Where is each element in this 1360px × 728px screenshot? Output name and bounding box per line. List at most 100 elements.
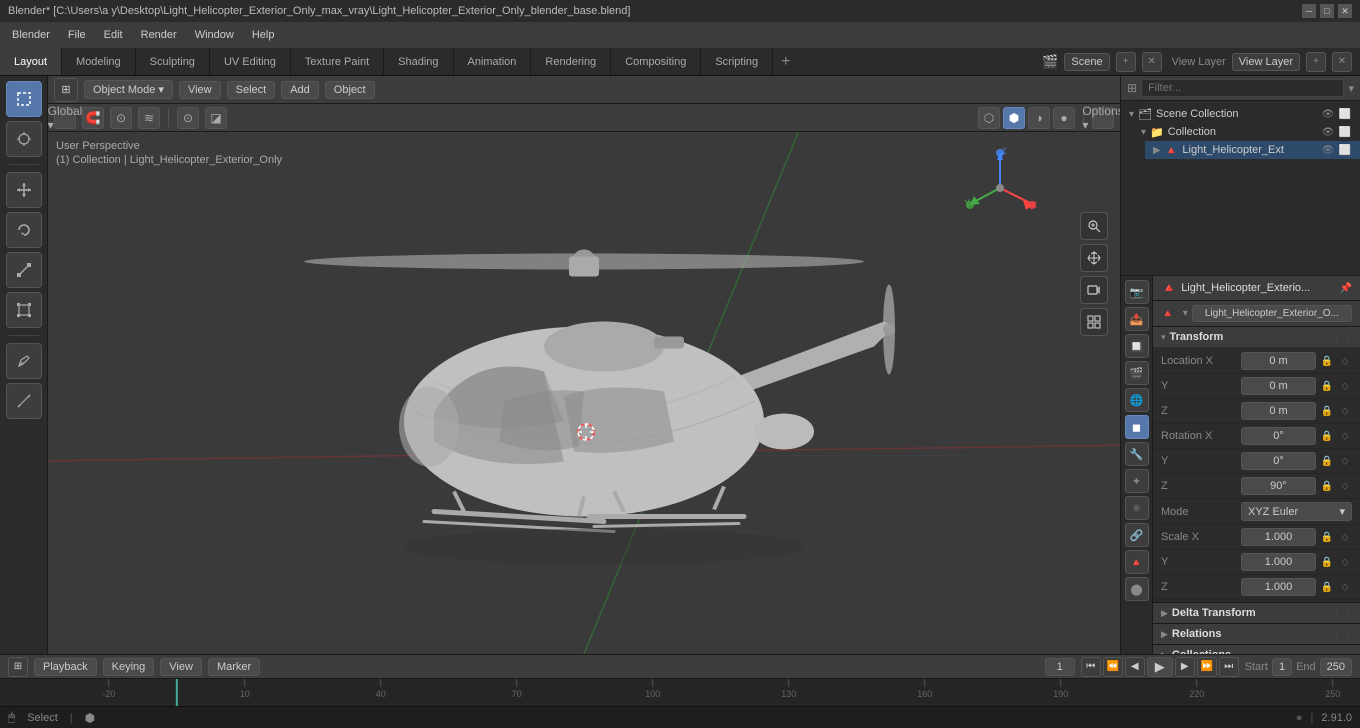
tab-rendering[interactable]: Rendering	[531, 48, 611, 75]
menu-edit[interactable]: Edit	[96, 27, 131, 43]
rotation-x-value[interactable]: 0°	[1241, 427, 1316, 445]
minimize-button[interactable]: ─	[1302, 4, 1316, 18]
prop-world-button[interactable]: 🌐	[1125, 388, 1149, 412]
location-x-value[interactable]: 0 m	[1241, 352, 1316, 370]
snap-button[interactable]: 🧲	[82, 107, 104, 129]
menu-file[interactable]: File	[60, 27, 94, 43]
3d-cursor[interactable]	[574, 420, 594, 440]
scale-x-lock[interactable]: 🔒	[1320, 530, 1334, 544]
view-menu-button-timeline[interactable]: View	[160, 658, 202, 676]
rotation-mode-dropdown[interactable]: XYZ Euler ▾	[1241, 502, 1352, 521]
rotation-x-animate[interactable]: ⬦	[1338, 429, 1352, 443]
helicopter-visibility[interactable]: 👁	[1321, 143, 1335, 157]
maximize-button[interactable]: □	[1320, 4, 1334, 18]
scale-z-value[interactable]: 1.000	[1241, 578, 1316, 596]
pan-view-button[interactable]	[1080, 244, 1108, 272]
next-frame-button[interactable]: ▶	[1175, 657, 1195, 677]
location-z-value[interactable]: 0 m	[1241, 402, 1316, 420]
prev-keyframe-button[interactable]: ⏪	[1103, 657, 1123, 677]
marker-menu-button[interactable]: Marker	[208, 658, 260, 676]
orientation-widget[interactable]: Z X Y	[960, 148, 1040, 228]
prop-output-button[interactable]: 📤	[1125, 307, 1149, 331]
rotation-y-lock[interactable]: 🔒	[1320, 454, 1334, 468]
next-keyframe-button[interactable]: ⏩	[1197, 657, 1217, 677]
scale-x-value[interactable]: 1.000	[1241, 528, 1316, 546]
prop-render-button[interactable]: 📷	[1125, 280, 1149, 304]
xray-button[interactable]: ◪	[205, 107, 227, 129]
tab-animation[interactable]: Animation	[454, 48, 532, 75]
rotation-y-value[interactable]: 0°	[1241, 452, 1316, 470]
wireframe-shading[interactable]: ⬡	[978, 107, 1000, 129]
tab-uv-editing[interactable]: UV Editing	[210, 48, 291, 75]
menu-window[interactable]: Window	[187, 27, 242, 43]
helicopter-select[interactable]: ⬜	[1338, 143, 1352, 157]
object-mode-button[interactable]: Object Mode ▾	[84, 80, 173, 99]
options-button[interactable]: Options ▾	[1092, 107, 1114, 129]
add-menu-button[interactable]: Add	[281, 81, 319, 99]
rotation-z-value[interactable]: 90°	[1241, 477, 1316, 495]
play-button[interactable]: ▶	[1147, 657, 1173, 677]
scale-y-value[interactable]: 1.000	[1241, 553, 1316, 571]
scene-selector[interactable]: Scene	[1064, 53, 1109, 71]
tool-annotate[interactable]	[6, 343, 42, 379]
location-z-animate[interactable]: ⬦	[1338, 404, 1352, 418]
timeline-ruler[interactable]: -20 10 40 70 100 130 160 190 220 250	[0, 679, 1360, 706]
transform-section-header[interactable]: ▾ Transform ⋮⋮	[1153, 327, 1360, 347]
overlay-button[interactable]: ⊙	[177, 107, 199, 129]
prev-frame-button[interactable]: ◀	[1125, 657, 1145, 677]
tab-compositing[interactable]: Compositing	[611, 48, 701, 75]
prop-physics-button[interactable]: ⚛	[1125, 496, 1149, 520]
location-x-lock[interactable]: 🔒	[1320, 354, 1334, 368]
scale-z-animate[interactable]: ⬦	[1338, 580, 1352, 594]
select-menu-button[interactable]: Select	[227, 81, 276, 99]
object-data-button[interactable]: Light_Helicopter_Exterior_O...	[1192, 305, 1352, 322]
outliner-item-scene-collection[interactable]: ▾ 🗂 Scene Collection 👁 ⬜	[1121, 105, 1360, 123]
scale-x-animate[interactable]: ⬦	[1338, 530, 1352, 544]
viewport-mode-icon[interactable]: ⊞	[54, 78, 78, 102]
rotation-x-lock[interactable]: 🔒	[1320, 429, 1334, 443]
tab-shading[interactable]: Shading	[384, 48, 453, 75]
outliner-search-input[interactable]	[1141, 79, 1344, 97]
tab-scripting[interactable]: Scripting	[701, 48, 773, 75]
view-menu-button[interactable]: View	[179, 81, 221, 99]
playback-menu-button[interactable]: Playback	[34, 658, 97, 676]
zoom-to-fit-button[interactable]	[1080, 212, 1108, 240]
rotation-z-animate[interactable]: ⬦	[1338, 479, 1352, 493]
jump-start-button[interactable]: ⏮	[1081, 657, 1101, 677]
viewport-canvas[interactable]: User Perspective (1) Collection | Light_…	[48, 132, 1120, 654]
menu-render[interactable]: Render	[133, 27, 185, 43]
current-frame-input[interactable]: 1	[1045, 658, 1075, 676]
prop-scene-button[interactable]: 🎬	[1125, 361, 1149, 385]
delta-transform-header[interactable]: ▶ Delta Transform ⋮⋮	[1153, 603, 1360, 623]
prop-modifier-button[interactable]: 🔧	[1125, 442, 1149, 466]
collection-visibility[interactable]: 👁	[1321, 125, 1335, 139]
prop-object-button[interactable]: ◼	[1125, 415, 1149, 439]
view-layer-selector[interactable]: View Layer	[1232, 53, 1300, 71]
rotation-z-lock[interactable]: 🔒	[1320, 479, 1334, 493]
material-preview-shading[interactable]: ◑	[1028, 107, 1050, 129]
proportional-mode-button[interactable]: ≋	[138, 107, 160, 129]
toggle-grid-button[interactable]	[1080, 308, 1108, 336]
location-y-lock[interactable]: 🔒	[1320, 379, 1334, 393]
view-layer-add-button[interactable]: +	[1306, 52, 1326, 72]
collections-header[interactable]: ▶ Collections ⋮⋮	[1153, 645, 1360, 654]
tab-layout[interactable]: Layout	[0, 48, 62, 75]
scene-add-button[interactable]: +	[1116, 52, 1136, 72]
relations-header[interactable]: ▶ Relations ⋮⋮	[1153, 624, 1360, 644]
start-frame-input[interactable]: 1	[1272, 658, 1292, 676]
rendered-shading[interactable]: ●	[1053, 107, 1075, 129]
prop-constraints-button[interactable]: 🔗	[1125, 523, 1149, 547]
collection-select[interactable]: ⬜	[1338, 125, 1352, 139]
tab-texture-paint[interactable]: Texture Paint	[291, 48, 384, 75]
menu-blender[interactable]: Blender	[4, 27, 58, 43]
solid-shading[interactable]: ⬢	[1003, 107, 1025, 129]
menu-help[interactable]: Help	[244, 27, 283, 43]
tool-rotate[interactable]	[6, 212, 42, 248]
view-layer-remove-button[interactable]: ✕	[1332, 52, 1352, 72]
prop-particles-button[interactable]: ✦	[1125, 469, 1149, 493]
outliner-item-helicopter[interactable]: ▶ 🔺 Light_Helicopter_Ext 👁 ⬜	[1145, 141, 1360, 159]
object-menu-button[interactable]: Object	[325, 81, 375, 99]
properties-pin-button[interactable]: 📌	[1340, 283, 1352, 294]
location-y-value[interactable]: 0 m	[1241, 377, 1316, 395]
scene-collection-select[interactable]: ⬜	[1338, 107, 1352, 121]
